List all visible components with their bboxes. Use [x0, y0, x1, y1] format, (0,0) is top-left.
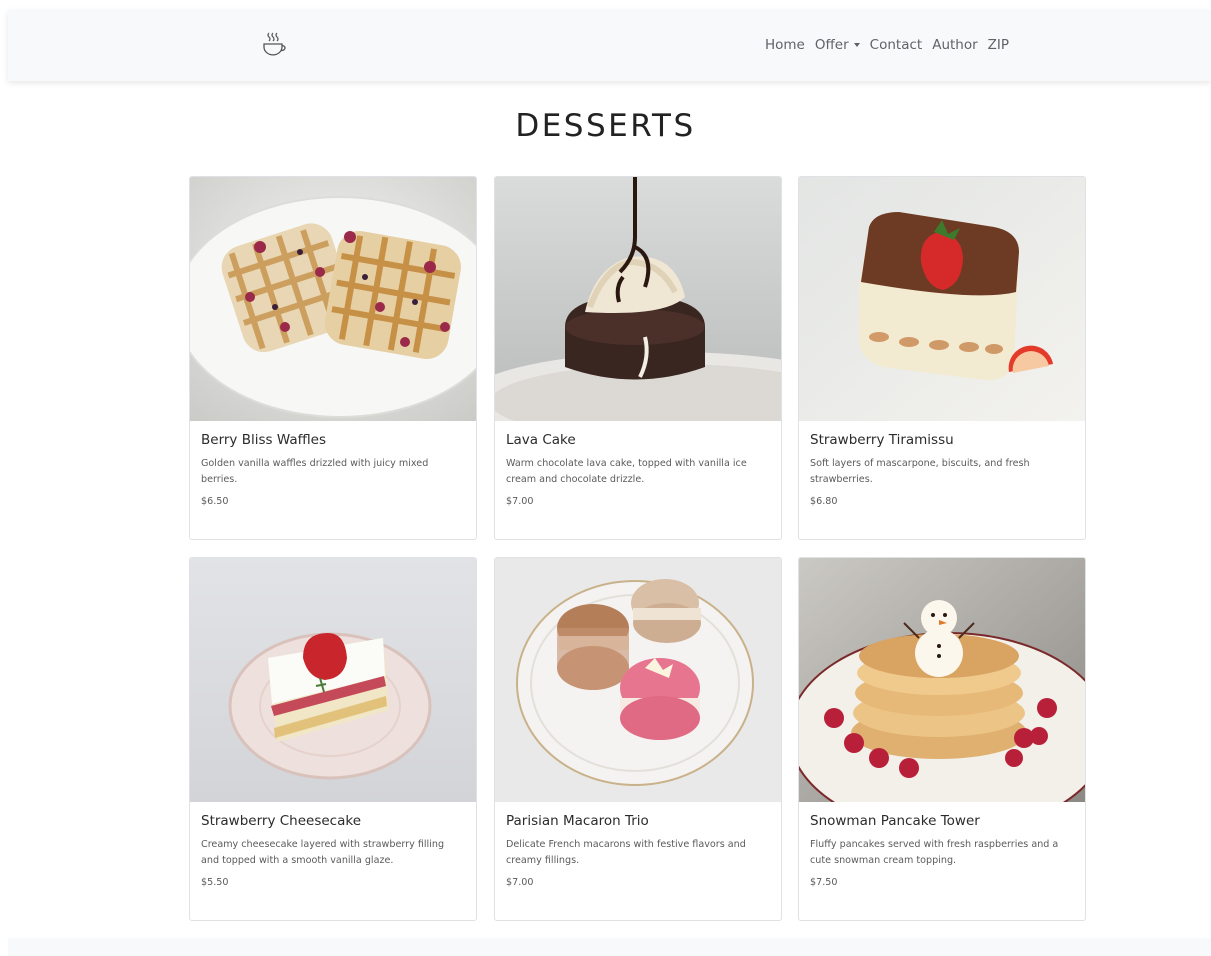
coffee-cup-icon: [263, 32, 286, 56]
nav-links: Home Offer Contact Author ZIP: [765, 34, 1009, 56]
dessert-description: Warm chocolate lava cake, topped with va…: [506, 458, 747, 485]
tiramisu-photo: [799, 177, 1085, 421]
card-body: Snowman Pancake Tower Fluffy pancakes se…: [799, 802, 1085, 888]
nav-contact-link[interactable]: Contact: [870, 37, 923, 53]
dessert-name: Strawberry Tiramissu: [810, 432, 954, 448]
dessert-card[interactable]: Lava Cake Warm chocolate lava cake, topp…: [494, 176, 782, 540]
nav-author-link[interactable]: Author: [932, 37, 977, 53]
dessert-name: Parisian Macaron Trio: [506, 813, 649, 829]
dessert-grid: Berry Bliss Waffles Golden vanilla waffl…: [189, 176, 1086, 921]
navbar: Home Offer Contact Author ZIP: [8, 10, 1211, 81]
macarons-photo: [495, 558, 781, 802]
dessert-price: $7.00: [506, 877, 534, 888]
card-body: Parisian Macaron Trio Delicate French ma…: [495, 802, 781, 888]
card-body: Strawberry Cheesecake Creamy cheesecake …: [190, 802, 476, 888]
dessert-card[interactable]: Strawberry Tiramissu Soft layers of masc…: [798, 176, 1086, 540]
dessert-card[interactable]: Berry Bliss Waffles Golden vanilla waffl…: [189, 176, 477, 540]
caret-down-icon: [853, 43, 860, 47]
lava-cake-photo: [495, 177, 781, 421]
nav-offer-dropdown[interactable]: Offer: [815, 37, 860, 53]
dessert-card[interactable]: Parisian Macaron Trio Delicate French ma…: [494, 557, 782, 921]
dessert-description: Golden vanilla waffles drizzled with jui…: [201, 458, 429, 485]
card-body: Strawberry Tiramissu Soft layers of masc…: [799, 421, 1085, 507]
nav-zip-link[interactable]: ZIP: [988, 37, 1009, 53]
dessert-card[interactable]: Snowman Pancake Tower Fluffy pancakes se…: [798, 557, 1086, 921]
page-title: DESSERTS: [515, 108, 696, 144]
brand-logo-link[interactable]: [259, 30, 289, 60]
dessert-description: Delicate French macarons with festive fl…: [506, 839, 746, 866]
dessert-price: $6.80: [810, 496, 838, 507]
dessert-card[interactable]: Strawberry Cheesecake Creamy cheesecake …: [189, 557, 477, 921]
nav-offer-label: Offer: [814, 37, 849, 53]
page: Home Offer Contact Author ZIP DESSERTS B…: [0, 0, 1211, 956]
cheesecake-photo: [190, 558, 476, 802]
dessert-price: $7.00: [506, 496, 534, 507]
dessert-name: Berry Bliss Waffles: [201, 432, 326, 448]
dessert-name: Lava Cake: [506, 432, 576, 448]
dessert-price: $7.50: [810, 877, 838, 888]
dessert-price: $6.50: [201, 496, 229, 507]
nav-home-link[interactable]: Home: [765, 37, 805, 53]
dessert-description: Creamy cheesecake layered with strawberr…: [201, 839, 445, 866]
pancakes-photo: [799, 558, 1085, 802]
dessert-name: Strawberry Cheesecake: [201, 813, 362, 829]
card-body: Berry Bliss Waffles Golden vanilla waffl…: [190, 421, 476, 507]
dessert-price: $5.50: [201, 877, 229, 888]
card-body: Lava Cake Warm chocolate lava cake, topp…: [495, 421, 781, 507]
footer: [8, 938, 1211, 956]
dessert-name: Snowman Pancake Tower: [810, 813, 980, 829]
waffles-photo: [190, 177, 476, 421]
dessert-description: Fluffy pancakes served with fresh raspbe…: [810, 839, 1059, 866]
dessert-description: Soft layers of mascarpone, biscuits, and…: [810, 458, 1030, 485]
